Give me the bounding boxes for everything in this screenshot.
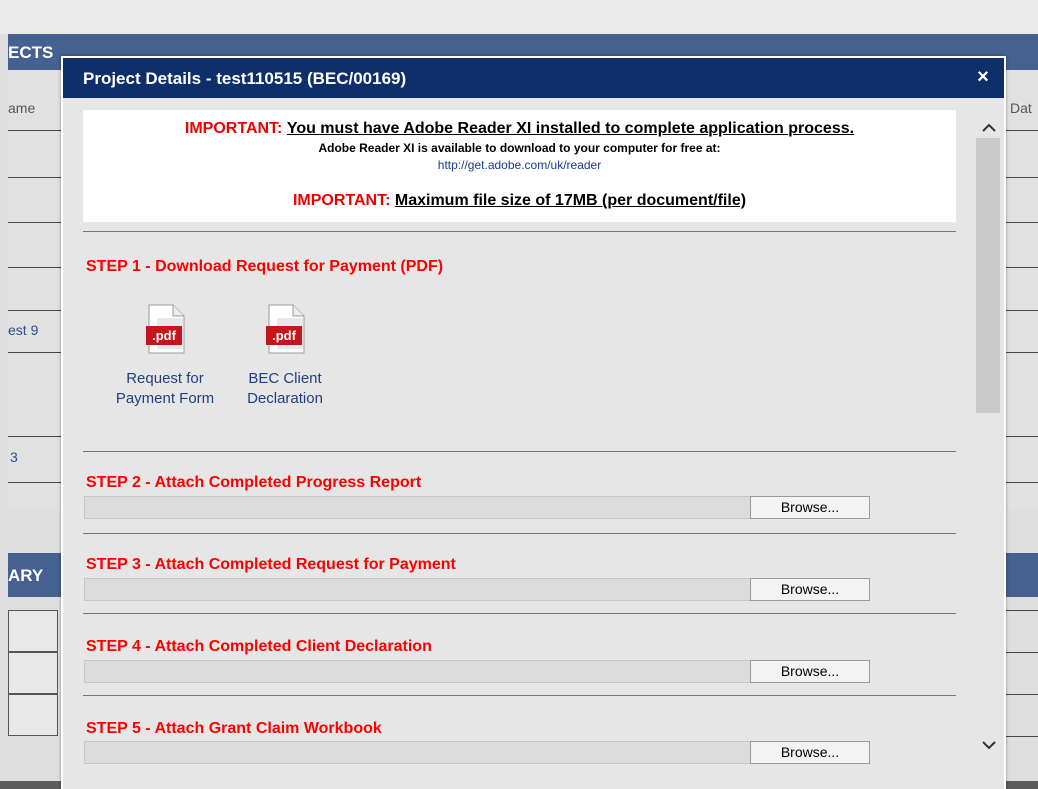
download-info-text: Adobe Reader XI is available to download… <box>318 141 721 155</box>
table-row-divider <box>8 130 63 131</box>
dialog-scroll-content: IMPORTANT: You must have Adobe Reader XI… <box>63 98 973 789</box>
file-path-field[interactable] <box>84 578 751 601</box>
table-row-divider <box>8 222 63 223</box>
file-path-field[interactable] <box>84 496 751 519</box>
step-1-title: STEP 1 - Download Request for Payment (P… <box>86 258 444 275</box>
page-top-strip <box>0 0 1038 34</box>
request-for-payment-download[interactable]: .pdf Request for Payment Form <box>100 304 230 409</box>
client-declaration-file-input: Browse... <box>84 660 871 683</box>
important-notice: IMPORTANT: You must have Adobe Reader XI… <box>83 110 956 222</box>
grant-claim-workbook-file-input: Browse... <box>84 741 871 764</box>
dialog-title-bar: Project Details - test110515 (BEC/00169)… <box>63 58 1004 98</box>
table-row-divider <box>1006 482 1038 483</box>
table-row-divider <box>1006 436 1038 437</box>
browse-button[interactable]: Browse... <box>750 660 870 683</box>
summary-cell <box>8 610 58 652</box>
project-link[interactable]: 3 <box>10 449 18 465</box>
table-row-divider <box>1006 222 1038 223</box>
adobe-download-link[interactable]: http://get.adobe.com/uk/reader <box>83 158 956 172</box>
browse-button[interactable]: Browse... <box>750 578 870 601</box>
file-size-line: IMPORTANT: Maximum file size of 17MB (pe… <box>83 192 956 210</box>
table-row-divider <box>1006 652 1038 653</box>
client-declaration-label: BEC Client Declaration <box>220 369 350 409</box>
section-divider <box>83 695 956 696</box>
summary-header-title: ARY <box>8 566 44 585</box>
section-divider <box>83 533 956 534</box>
chevron-down-icon[interactable] <box>981 737 997 753</box>
table-row-divider <box>1006 310 1038 311</box>
table-row-divider <box>8 310 63 311</box>
request-for-payment-label: Request for Payment Form <box>100 369 230 409</box>
download-label-line: Payment Form <box>115 390 215 407</box>
download-label-line: Request for <box>126 370 204 387</box>
pdf-file-icon: .pdf <box>265 304 305 354</box>
dialog-title: Project Details - test110515 (BEC/00169) <box>83 69 407 88</box>
step-2-title: STEP 2 - Attach Completed Progress Repor… <box>86 474 422 491</box>
progress-report-file-input: Browse... <box>84 496 871 519</box>
dialog-scrollbar[interactable] <box>973 98 1004 789</box>
table-row-divider <box>1006 736 1038 737</box>
file-path-field[interactable] <box>84 741 751 764</box>
client-declaration-download[interactable]: .pdf BEC Client Declaration <box>220 304 350 409</box>
important-label: IMPORTANT: <box>184 120 283 137</box>
table-row-divider <box>1006 267 1038 268</box>
chevron-up-icon[interactable] <box>981 120 997 136</box>
name-column-header: ame <box>8 100 36 116</box>
table-row-divider <box>8 267 63 268</box>
section-divider <box>83 231 956 232</box>
browse-button[interactable]: Browse... <box>750 496 870 519</box>
step-5-title: STEP 5 - Attach Grant Claim Workbook <box>86 720 382 737</box>
projects-header-title: ECTS <box>8 43 54 62</box>
step-4-title: STEP 4 - Attach Completed Client Declara… <box>86 638 432 655</box>
adobe-requirement-text: You must have Adobe Reader XI installed … <box>286 120 855 137</box>
project-details-dialog: Project Details - test110515 (BEC/00169)… <box>61 56 1006 789</box>
table-row-divider <box>1006 177 1038 178</box>
adobe-requirement-line: IMPORTANT: You must have Adobe Reader XI… <box>83 120 956 138</box>
download-label-line: BEC Client <box>248 370 322 387</box>
table-row-divider <box>8 352 63 353</box>
file-path-field[interactable] <box>84 660 751 683</box>
section-divider <box>83 451 956 452</box>
table-row-divider <box>8 436 63 437</box>
file-size-limit-text: Maximum file size of 17MB (per document/… <box>394 192 747 209</box>
table-row-divider <box>8 482 63 483</box>
table-row-divider <box>1006 130 1038 131</box>
table-row-divider <box>1006 694 1038 695</box>
summary-cell <box>8 652 58 694</box>
table-row-divider <box>1006 610 1038 611</box>
close-icon[interactable]: × <box>974 67 992 87</box>
dialog-body: IMPORTANT: You must have Adobe Reader XI… <box>63 98 1004 789</box>
date-column-header: Dat <box>1010 100 1032 116</box>
pdf-badge-text: .pdf <box>152 328 176 343</box>
section-divider <box>83 613 956 614</box>
table-row-divider <box>1006 352 1038 353</box>
browse-button[interactable]: Browse... <box>750 741 870 764</box>
scrollbar-thumb[interactable] <box>976 138 1000 413</box>
project-link[interactable]: est 9 <box>8 322 38 338</box>
step-3-title: STEP 3 - Attach Completed Request for Pa… <box>86 556 456 573</box>
pdf-file-icon: .pdf <box>145 304 185 354</box>
download-label-line: Declaration <box>247 390 323 407</box>
pdf-badge-text: .pdf <box>272 328 296 343</box>
request-for-payment-file-input: Browse... <box>84 578 871 601</box>
table-row-divider <box>8 177 63 178</box>
important-label: IMPORTANT: <box>292 192 391 209</box>
summary-cell <box>8 694 58 736</box>
